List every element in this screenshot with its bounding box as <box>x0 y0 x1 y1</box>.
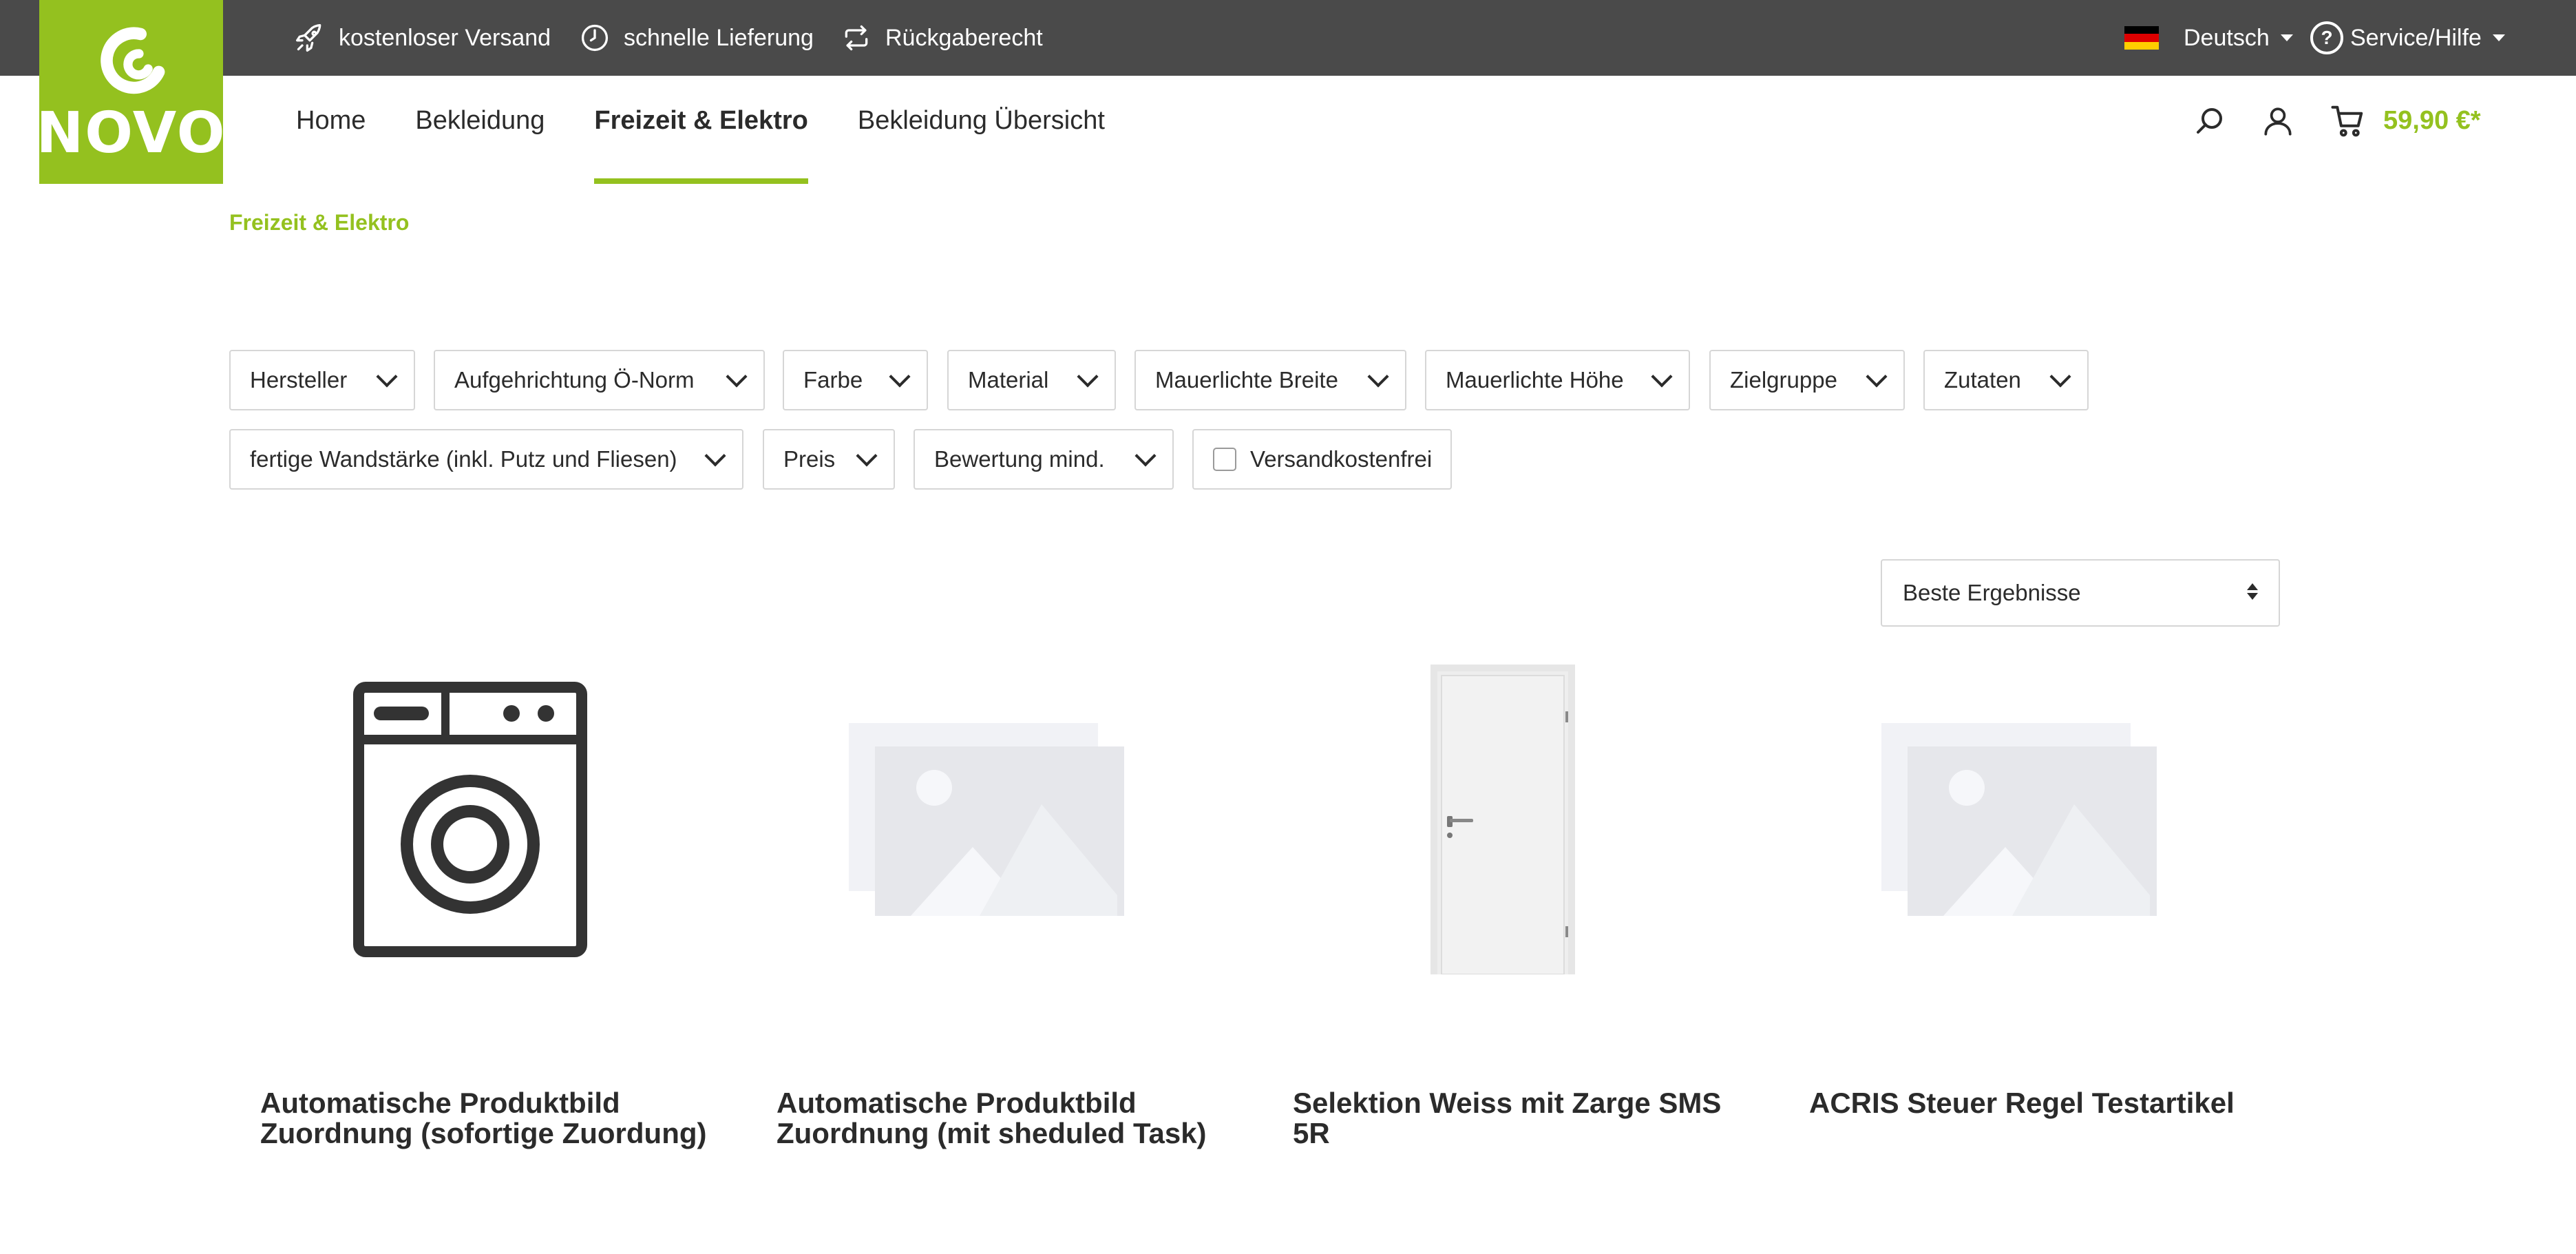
filter-label: Farbe <box>803 367 863 393</box>
caret-down-icon <box>2492 34 2505 41</box>
chevron-down-icon <box>1651 366 1673 388</box>
filter-label: Zielgruppe <box>1730 367 1837 393</box>
filter-wandstaerke[interactable]: fertige Wandstärke (inkl. Putz und Flies… <box>229 429 743 490</box>
cart-button[interactable] <box>2330 76 2367 184</box>
filter-aufgehrichtung[interactable]: Aufgehrichtung Ö-Norm <box>434 350 765 410</box>
search-button[interactable] <box>2193 76 2226 184</box>
return-arrows-icon <box>845 25 868 51</box>
filter-mauerlichte-breite[interactable]: Mauerlichte Breite <box>1134 350 1406 410</box>
filter-label: Hersteller <box>250 367 348 393</box>
breadcrumb[interactable]: Freizeit & Elektro <box>229 210 409 236</box>
filter-farbe[interactable]: Farbe <box>783 350 928 410</box>
cart-icon <box>2331 105 2363 136</box>
account-button[interactable] <box>2261 76 2295 184</box>
filter-zielgruppe[interactable]: Zielgruppe <box>1709 350 1905 410</box>
product-card[interactable]: ACRIS Steuer Regel Testartikel <box>1778 647 2260 1171</box>
nav-item-bekleidung-uebersicht[interactable]: Bekleidung Übersicht <box>858 76 1105 184</box>
chevron-down-icon <box>1134 445 1157 467</box>
product-image[interactable] <box>746 647 1227 992</box>
usp-return-policy: Rückgaberecht <box>841 0 1043 76</box>
filter-mauerlichte-hoehe[interactable]: Mauerlichte Höhe <box>1425 350 1690 410</box>
logo-text: NOVO <box>36 101 226 166</box>
filter-bewertung[interactable]: Bewertung mind. <box>914 429 1174 490</box>
chevron-down-icon <box>1866 366 1888 388</box>
checkbox-label: Versandkostenfrei <box>1250 446 1433 472</box>
clock-icon <box>581 24 609 52</box>
user-icon <box>2264 107 2292 136</box>
sort-arrows-icon <box>2247 583 2258 600</box>
filter-label: Mauerlichte Höhe <box>1446 367 1624 393</box>
filter-label: Bewertung mind. <box>934 446 1105 472</box>
filter-label: Material <box>968 367 1049 393</box>
product-title[interactable]: Selektion Weiss mit Zarge SMS 5R <box>1293 1088 1747 1149</box>
product-image[interactable] <box>229 647 711 992</box>
usp-free-shipping: kostenloser Versand <box>295 0 551 76</box>
filter-material[interactable]: Material <box>947 350 1116 410</box>
placeholder-image-icon <box>849 723 1124 916</box>
product-title[interactable]: ACRIS Steuer Regel Testartikel <box>1809 1088 2263 1118</box>
filter-label: Zutaten <box>1944 367 2021 393</box>
caret-down-icon <box>2280 34 2293 41</box>
chevron-down-icon <box>726 366 748 388</box>
sort-select[interactable]: Beste Ergebnisse <box>1881 559 2280 627</box>
filter-label: Aufgehrichtung Ö-Norm <box>454 367 695 393</box>
filter-versandkostenfrei[interactable]: Versandkostenfrei <box>1192 429 1452 490</box>
product-card[interactable]: Automatische Produktbild Zuordnung (mit … <box>746 647 1227 1171</box>
white-door-image <box>1430 665 1575 974</box>
language-label: Deutsch <box>2184 24 2270 51</box>
main-nav: Home Bekleidung Freizeit & Elektro Bekle… <box>296 76 1154 184</box>
nav-item-freizeit-elektro[interactable]: Freizeit & Elektro <box>594 76 809 184</box>
rocket-icon <box>296 24 321 52</box>
chevron-down-icon <box>856 445 878 467</box>
checkbox[interactable] <box>1213 448 1236 471</box>
filter-label: Mauerlichte Breite <box>1155 367 1338 393</box>
language-switcher[interactable]: Deutsch <box>2124 0 2293 76</box>
top-bar: kostenloser Versand schnelle Lieferung R… <box>0 0 2576 76</box>
filter-label: Preis <box>783 446 836 472</box>
chevron-down-icon <box>889 366 911 388</box>
service-menu[interactable]: ? Service/Hilfe <box>2310 0 2505 76</box>
filter-label: fertige Wandstärke (inkl. Putz und Flies… <box>250 446 677 472</box>
nav-item-home[interactable]: Home <box>296 76 366 184</box>
washing-machine-icon <box>353 682 587 957</box>
cart-total[interactable]: 59,90 €* <box>2383 76 2481 184</box>
usp-label: schnelle Lieferung <box>624 24 814 51</box>
chevron-down-icon <box>376 366 398 388</box>
search-icon <box>2197 107 2222 134</box>
chevron-down-icon <box>1367 366 1389 388</box>
chevron-down-icon <box>1077 366 1099 388</box>
product-image[interactable] <box>1778 647 2260 992</box>
nav-item-bekleidung[interactable]: Bekleidung <box>415 76 545 184</box>
sort-selected-value: Beste Ergebnisse <box>1903 580 2081 605</box>
logo[interactable]: NOVO <box>36 0 226 184</box>
filter-hersteller[interactable]: Hersteller <box>229 350 415 410</box>
chevron-down-icon <box>704 445 726 467</box>
logo-mark-icon <box>100 27 165 94</box>
product-title[interactable]: Automatische Produktbild Zuordnung (sofo… <box>260 1088 715 1149</box>
usp-fast-delivery: schnelle Lieferung <box>580 0 814 76</box>
product-title[interactable]: Automatische Produktbild Zuordnung (mit … <box>777 1088 1231 1149</box>
filter-preis[interactable]: Preis <box>763 429 895 490</box>
usp-label: kostenloser Versand <box>339 24 551 51</box>
placeholder-image-icon <box>1881 723 2157 916</box>
product-card[interactable]: Automatische Produktbild Zuordnung (sofo… <box>229 647 711 1171</box>
product-image[interactable] <box>1262 647 1744 992</box>
usp-label: Rückgaberecht <box>885 24 1043 51</box>
help-circle-icon: ? <box>2310 21 2343 54</box>
de-flag-icon <box>2124 26 2159 50</box>
chevron-down-icon <box>2049 366 2071 388</box>
service-label: Service/Hilfe <box>2350 24 2482 51</box>
product-card[interactable]: Selektion Weiss mit Zarge SMS 5R <box>1262 647 1744 1171</box>
filter-zutaten[interactable]: Zutaten <box>1923 350 2089 410</box>
